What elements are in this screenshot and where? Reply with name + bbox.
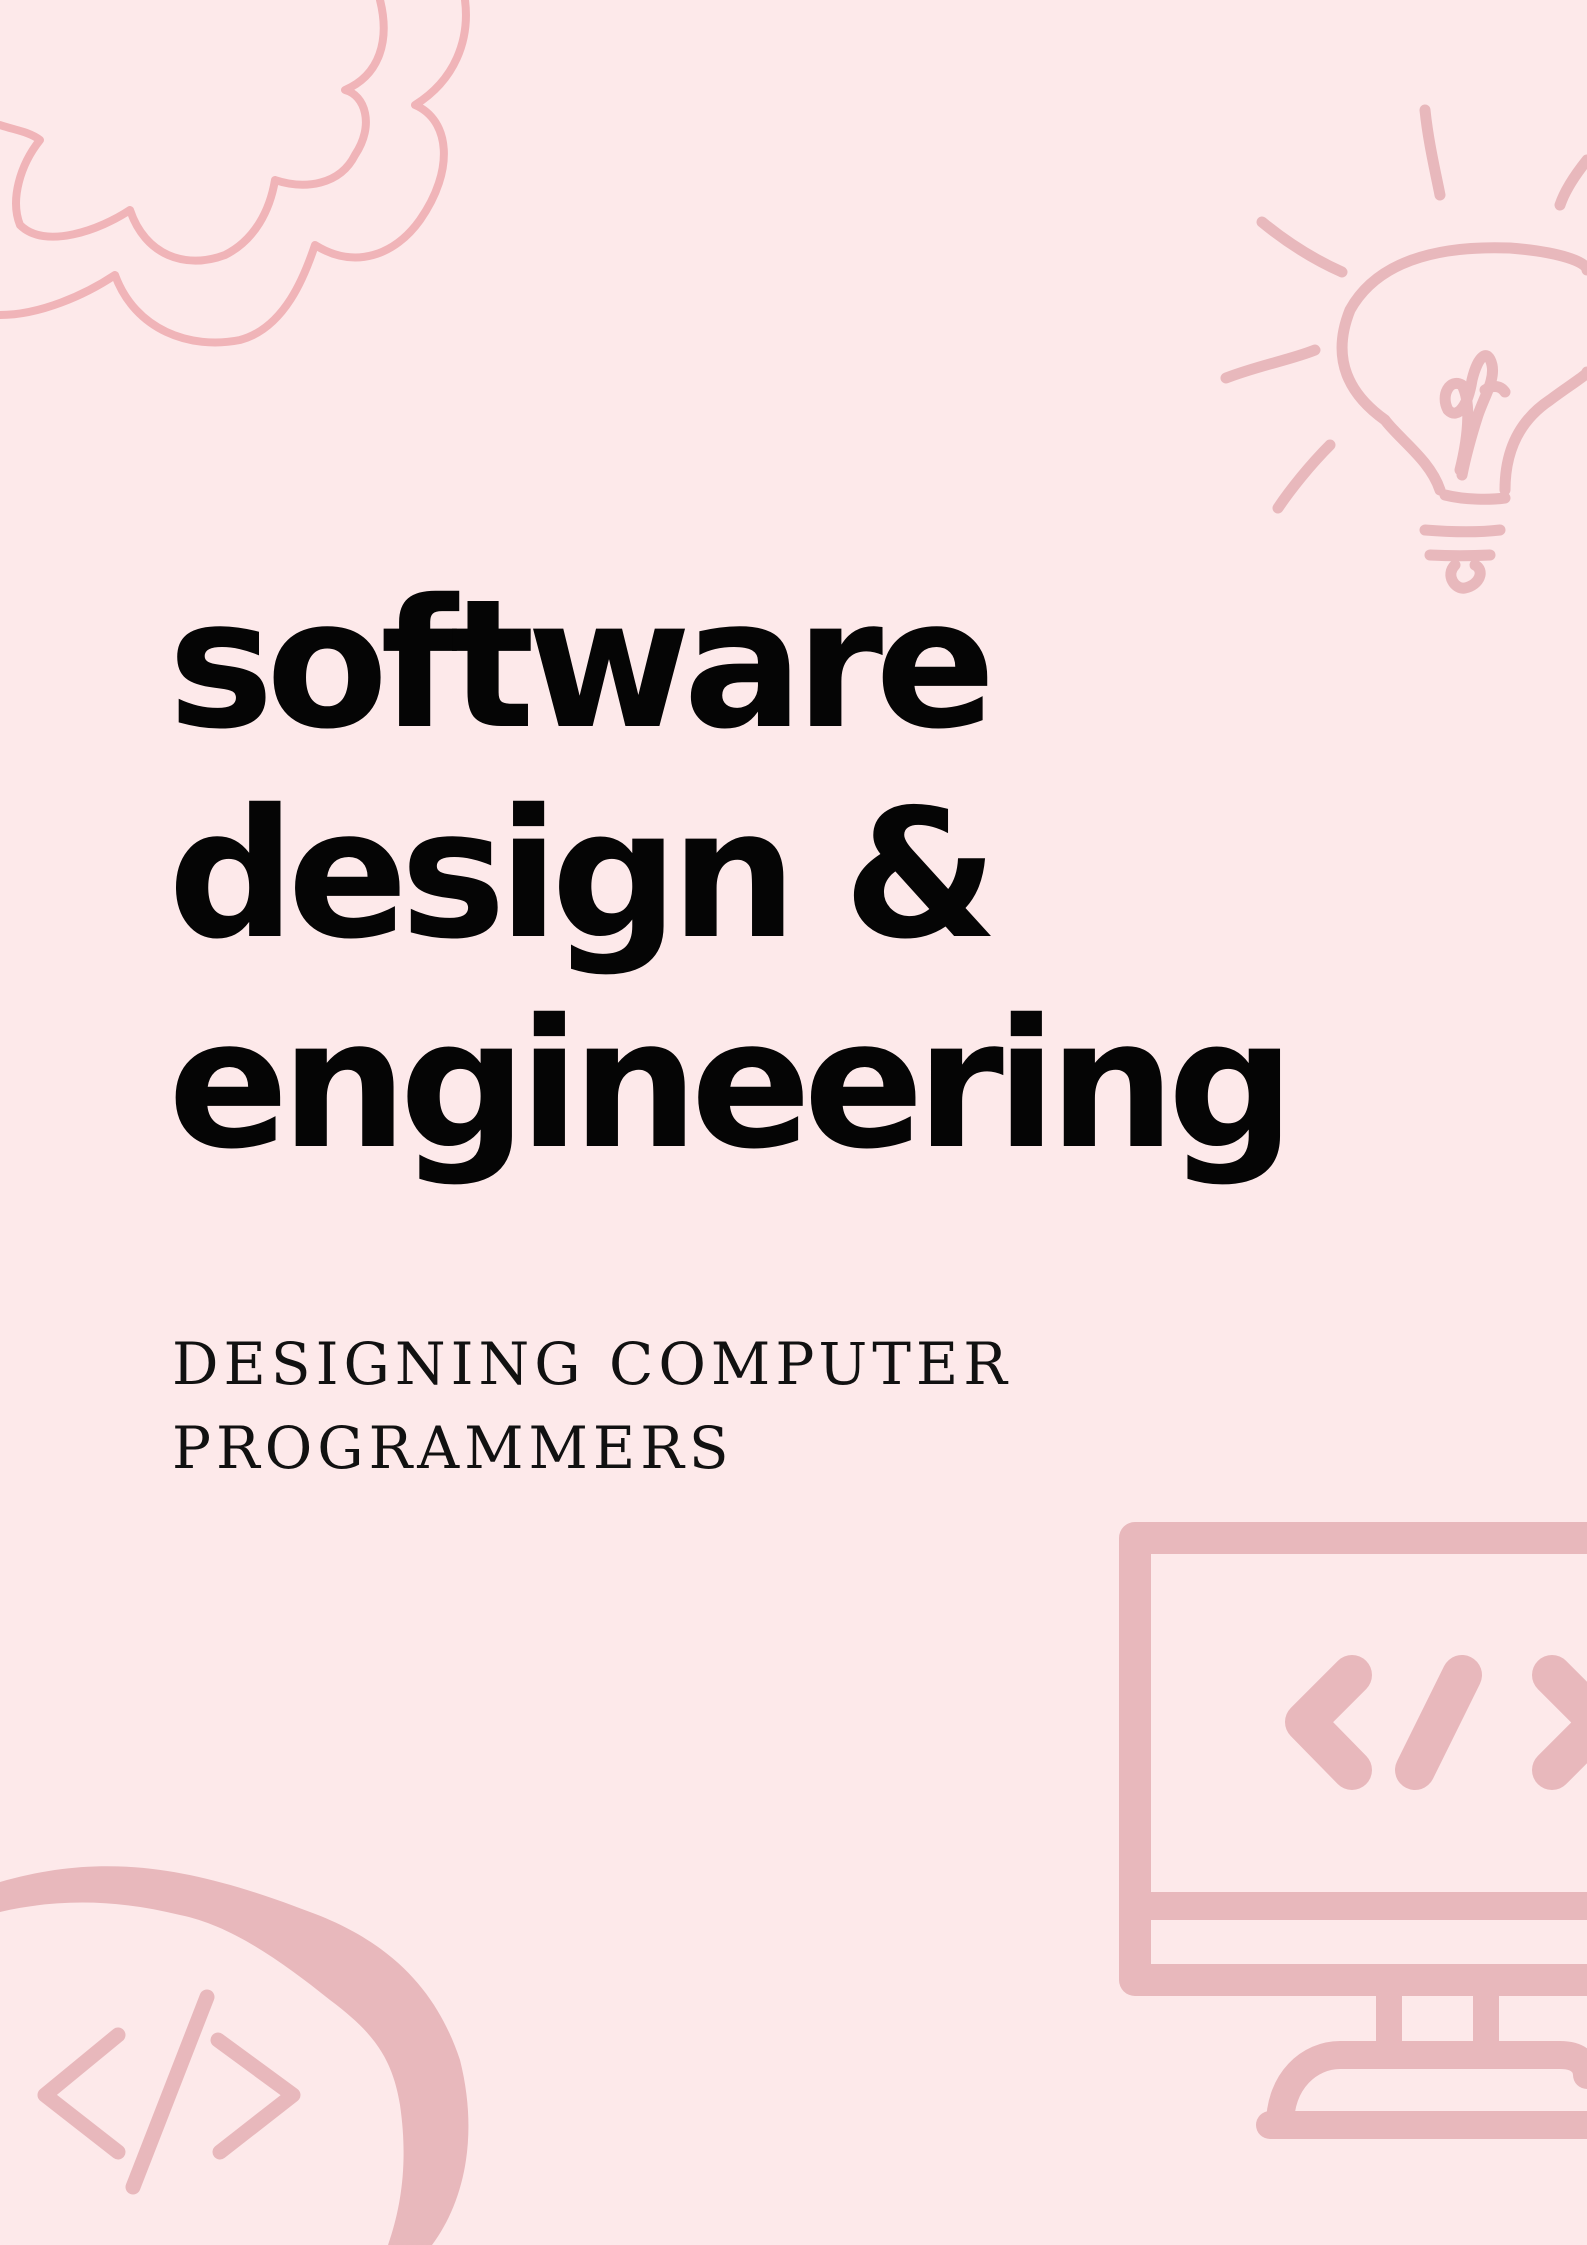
code-tag-icon — [37, 1989, 301, 2195]
title-line: engineering — [168, 981, 1295, 1188]
lightbulb-icon — [1220, 104, 1587, 594]
cover-title: software design & engineering — [168, 560, 1295, 1190]
monitor-code-icon — [1119, 1522, 1587, 2139]
cloud-icon — [0, 0, 470, 347]
title-line: software — [168, 561, 996, 768]
cover-page: software design & engineering DESIGNING … — [0, 0, 1587, 2245]
title-line: design & — [168, 771, 998, 978]
cover-subtitle: DESIGNING COMPUTER PROGRAMMERS — [172, 1322, 1012, 1490]
subtitle-line: PROGRAMMERS — [172, 1414, 734, 1482]
subtitle-line: DESIGNING COMPUTER — [172, 1330, 1012, 1398]
